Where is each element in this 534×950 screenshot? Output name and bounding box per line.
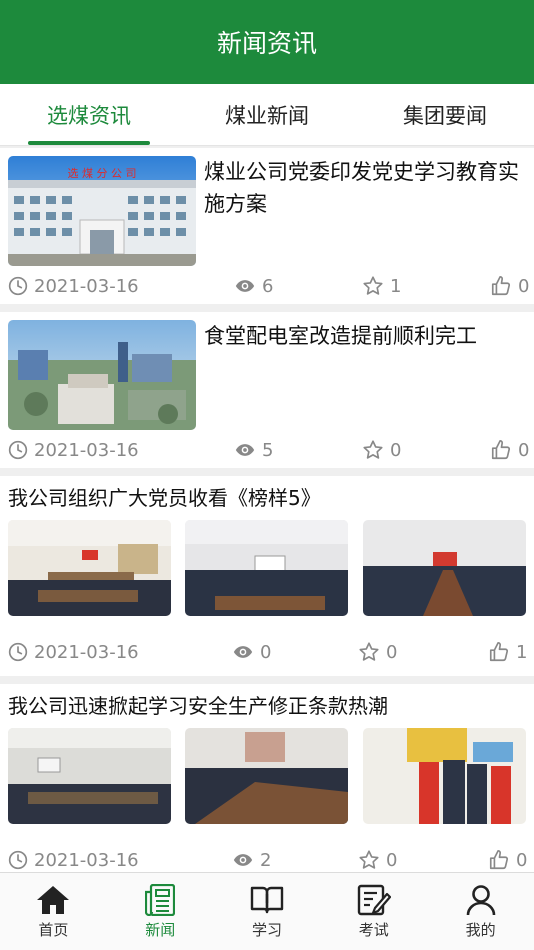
book-icon <box>250 886 284 914</box>
article-thumbnail <box>8 320 196 430</box>
nav-news[interactable]: 新闻 <box>107 873 214 950</box>
clock-icon <box>8 276 28 296</box>
news-card[interactable]: 选 煤 分 公 司 煤业公司党委印发党史学习教育实施方案 2021-03-16 … <box>0 148 534 304</box>
news-card[interactable]: 我公司组织广大党员收看《榜样5》 2021-03-16 0 0 1 <box>0 476 534 676</box>
article-meta: 2021-03-16 5 0 0 <box>0 436 534 464</box>
article-title[interactable]: 我公司组织广大党员收看《榜样5》 <box>8 484 528 512</box>
eye-icon <box>232 850 254 870</box>
favorite-count: 0 <box>390 439 402 461</box>
nav-profile[interactable]: 我的 <box>427 873 534 950</box>
favorite-count: 0 <box>386 849 398 871</box>
nav-exam[interactable]: 考试 <box>320 873 427 950</box>
article-photo <box>8 728 171 824</box>
bottom-navigation: 首页 新闻 学习 考试 我的 <box>0 872 534 950</box>
view-count: 0 <box>260 641 272 663</box>
article-title[interactable]: 煤业公司党委印发党史学习教育实施方案 <box>204 156 526 220</box>
page-title: 新闻资讯 <box>216 29 317 58</box>
app-header: 新闻资讯 <box>0 0 534 84</box>
view-count: 6 <box>262 275 274 297</box>
article-meta: 2021-03-16 6 1 0 <box>0 272 534 300</box>
thumbs-up-icon[interactable] <box>488 849 510 871</box>
building-sign-text: 选 煤 分 公 司 <box>68 167 137 180</box>
article-photo <box>8 520 171 616</box>
nav-home[interactable]: 首页 <box>0 873 107 950</box>
article-title[interactable]: 食堂配电室改造提前顺利完工 <box>204 320 526 352</box>
article-meta: 2021-03-16 0 0 1 <box>0 638 534 666</box>
news-card[interactable]: 我公司迅速掀起学习安全生产修正条款热潮 2021-03-16 2 0 0 <box>0 684 534 872</box>
tab-group-news[interactable]: 集团要闻 <box>356 84 534 145</box>
article-date: 2021-03-16 <box>34 439 139 461</box>
nav-study[interactable]: 学习 <box>214 873 321 950</box>
thumbs-up-icon[interactable] <box>490 439 512 461</box>
view-count: 2 <box>260 849 272 871</box>
tab-coal-preparation[interactable]: 选煤资讯 <box>0 84 178 145</box>
clock-icon <box>8 850 28 870</box>
nav-label: 首页 <box>38 921 69 939</box>
article-title[interactable]: 我公司迅速掀起学习安全生产修正条款热潮 <box>8 692 528 720</box>
star-icon[interactable] <box>358 641 380 663</box>
nav-label: 新闻 <box>145 921 176 939</box>
exam-icon <box>357 884 391 916</box>
home-icon <box>37 886 70 914</box>
article-date: 2021-03-16 <box>34 641 139 663</box>
article-photo <box>363 728 526 824</box>
news-feed[interactable]: 选 煤 分 公 司 煤业公司党委印发党史学习教育实施方案 2021-03-16 … <box>0 148 534 872</box>
category-tabs: 选煤资讯 煤业新闻 集团要闻 <box>0 84 534 146</box>
tab-coal-industry-news[interactable]: 煤业新闻 <box>178 84 356 145</box>
clock-icon <box>8 440 28 460</box>
nav-label: 我的 <box>465 921 496 939</box>
article-date: 2021-03-16 <box>34 849 139 871</box>
eye-icon <box>234 440 256 460</box>
like-count: 0 <box>518 439 530 461</box>
article-thumbnail: 选 煤 分 公 司 <box>8 156 196 266</box>
like-count: 1 <box>516 641 528 663</box>
thumbs-up-icon[interactable] <box>488 641 510 663</box>
article-photo <box>185 520 348 616</box>
star-icon[interactable] <box>358 849 380 871</box>
view-count: 5 <box>262 439 274 461</box>
eye-icon <box>234 276 256 296</box>
favorite-count: 1 <box>390 275 402 297</box>
like-count: 0 <box>518 275 530 297</box>
eye-icon <box>232 642 254 662</box>
nav-label: 考试 <box>358 921 389 939</box>
nav-label: 学习 <box>251 921 282 939</box>
star-icon[interactable] <box>362 439 384 461</box>
star-icon[interactable] <box>362 275 384 297</box>
profile-icon <box>466 885 495 916</box>
favorite-count: 0 <box>386 641 398 663</box>
clock-icon <box>8 642 28 662</box>
like-count: 0 <box>516 849 528 871</box>
thumbs-up-icon[interactable] <box>490 275 512 297</box>
article-photo <box>363 520 526 616</box>
article-meta: 2021-03-16 2 0 0 <box>0 846 534 872</box>
news-icon <box>145 884 176 916</box>
article-photo <box>185 728 348 824</box>
news-card[interactable]: 食堂配电室改造提前顺利完工 2021-03-16 5 0 0 <box>0 312 534 468</box>
article-date: 2021-03-16 <box>34 275 139 297</box>
